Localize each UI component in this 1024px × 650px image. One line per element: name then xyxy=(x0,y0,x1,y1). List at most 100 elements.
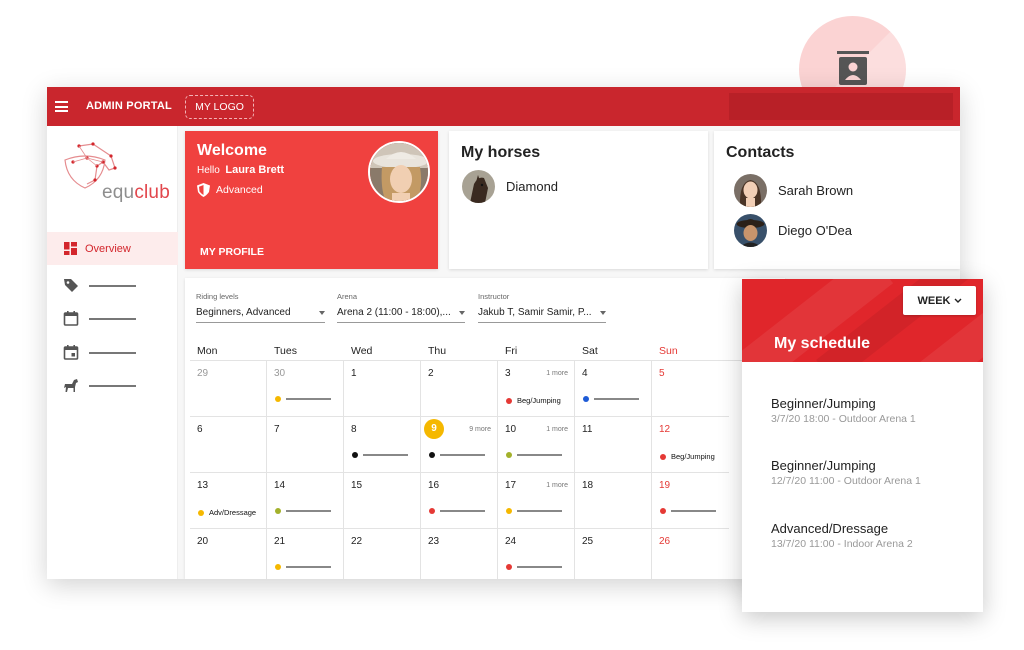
schedule-item-detail: 12/7/20 11:00 - Outdoor Arena 1 xyxy=(771,475,921,487)
calendar-day-cell[interactable]: 11 xyxy=(575,417,652,473)
filter-value[interactable]: Arena 2 (11:00 - 18:00),... xyxy=(337,307,465,323)
calendar-day-cell[interactable]: 20 xyxy=(190,529,267,579)
sidebar-item-overview[interactable]: Overview xyxy=(47,232,178,265)
topbar-search-area[interactable] xyxy=(729,93,953,120)
calendar-day-cell[interactable]: 8 xyxy=(344,417,421,473)
calendar-day-cell[interactable]: 9 9 more xyxy=(421,417,498,473)
more-events-link[interactable]: 9 more xyxy=(469,426,491,433)
schedule-item-title: Beginner/Jumping xyxy=(771,396,876,411)
calendar-day-cell[interactable]: 30 xyxy=(267,361,344,417)
day-number: 5 xyxy=(659,368,665,379)
filter-arena[interactable]: Arena Arena 2 (11:00 - 18:00),... xyxy=(337,292,465,323)
calendar-day-cell[interactable]: 3 1 more Beg/Jumping xyxy=(498,361,575,417)
calendar-day-cell[interactable]: 24 xyxy=(498,529,575,579)
calendar-event[interactable] xyxy=(275,508,331,514)
today-marker: 9 xyxy=(424,419,444,439)
calendar-day-cell[interactable]: 2 xyxy=(421,361,498,417)
calendar-day-icon xyxy=(63,345,79,360)
filter-value[interactable]: Beginners, Advanced xyxy=(196,307,325,323)
rider-level: Advanced xyxy=(197,183,263,197)
sidebar-item-events[interactable] xyxy=(63,344,168,360)
horse-avatar xyxy=(462,170,495,203)
day-number: 30 xyxy=(274,368,286,379)
event-dot xyxy=(660,508,666,514)
filter-label: Riding levels xyxy=(196,292,239,301)
event-dot xyxy=(660,453,666,460)
event-dot xyxy=(198,509,204,516)
user-avatar[interactable] xyxy=(368,141,430,203)
calendar-day-cell[interactable]: 12 Beg/Jumping xyxy=(652,417,729,473)
calendar-day-cell[interactable]: 17 1 more xyxy=(498,473,575,529)
contact-item[interactable]: Sarah Brown xyxy=(734,174,853,207)
calendar-day-cell[interactable]: 16 xyxy=(421,473,498,529)
more-events-link[interactable]: 1 more xyxy=(546,482,568,489)
event-dot xyxy=(275,564,281,570)
calendar-day-cell[interactable]: 26 xyxy=(652,529,729,579)
calendar-event[interactable] xyxy=(506,508,562,514)
event-placeholder-line xyxy=(594,398,639,400)
calendar-event[interactable] xyxy=(660,508,716,514)
calendar-day-cell[interactable]: 25 xyxy=(575,529,652,579)
calendar-day-cell[interactable]: 14 xyxy=(267,473,344,529)
filter-value[interactable]: Jakub T, Samir Samir, P... xyxy=(478,307,606,323)
calendar-event[interactable] xyxy=(352,452,408,458)
event-placeholder-line xyxy=(286,566,331,568)
more-events-link[interactable]: 1 more xyxy=(546,426,568,433)
calendar-day-cell[interactable]: 10 1 more xyxy=(498,417,575,473)
filter-riding-levels[interactable]: Riding levels Beginners, Advanced xyxy=(196,292,325,323)
stage: ADMIN PORTAL MY LOGO equclub Overview We… xyxy=(0,0,1024,650)
day-number: 24 xyxy=(505,536,517,547)
sidebar-item-calendar[interactable] xyxy=(63,310,168,326)
day-number: 19 xyxy=(659,480,671,491)
calendar-event[interactable]: Beg/Jumping xyxy=(660,452,715,461)
chevron-down-icon xyxy=(954,298,961,303)
filter-instructor[interactable]: Instructor Jakub T, Samir Samir, P... xyxy=(478,292,606,323)
calendar-event[interactable]: Beg/Jumping xyxy=(506,396,561,405)
day-number: 21 xyxy=(274,536,286,547)
event-placeholder-line xyxy=(440,510,485,512)
week-view-button[interactable]: WEEK xyxy=(903,286,976,315)
contact-name: Sarah Brown xyxy=(778,183,854,198)
contact-avatar xyxy=(734,214,767,247)
calendar-day-cell[interactable]: 5 xyxy=(652,361,729,417)
event-placeholder-line xyxy=(517,566,562,568)
schedule-item-title: Beginner/Jumping xyxy=(771,458,876,473)
calendar-day-cell[interactable]: 1 xyxy=(344,361,421,417)
more-events-link[interactable]: 1 more xyxy=(546,370,568,377)
calendar-event[interactable] xyxy=(275,564,331,570)
event-label: Beg/Jumping xyxy=(517,396,561,405)
calendar-event[interactable] xyxy=(506,564,562,570)
calendar-event[interactable] xyxy=(583,396,639,402)
calendar-day-cell[interactable]: 21 xyxy=(267,529,344,579)
menu-icon[interactable] xyxy=(55,101,68,112)
calendar-card: Riding levels Beginners, Advanced Arena … xyxy=(185,278,785,579)
chevron-down-icon xyxy=(459,310,465,315)
my-profile-link[interactable]: MY PROFILE xyxy=(200,246,264,258)
schedule-item[interactable]: Advanced/Dressage 13/7/20 11:00 - Indoor… xyxy=(771,521,913,550)
sidebar-item-horses[interactable] xyxy=(63,377,168,393)
schedule-header: WEEK My schedule xyxy=(742,279,983,362)
event-dot xyxy=(429,508,435,514)
calendar-event[interactable] xyxy=(275,396,331,402)
calendar-event[interactable]: Adv/Dressage xyxy=(198,508,256,517)
calendar-day-cell[interactable]: 6 xyxy=(190,417,267,473)
sidebar-item-label-line xyxy=(89,385,136,387)
calendar-event[interactable] xyxy=(429,452,485,458)
calendar-day-cell[interactable]: 29 xyxy=(190,361,267,417)
calendar-day-cell[interactable]: 23 xyxy=(421,529,498,579)
schedule-item[interactable]: Beginner/Jumping 12/7/20 11:00 - Outdoor… xyxy=(771,458,921,487)
schedule-item[interactable]: Beginner/Jumping 3/7/20 18:00 - Outdoor … xyxy=(771,396,916,425)
calendar-day-cell[interactable]: 4 xyxy=(575,361,652,417)
horse-item[interactable]: Diamond xyxy=(462,170,558,203)
calendar-day-cell[interactable]: 22 xyxy=(344,529,421,579)
logo-placeholder[interactable]: MY LOGO xyxy=(185,95,254,119)
calendar-event[interactable] xyxy=(429,508,485,514)
calendar-day-cell[interactable]: 15 xyxy=(344,473,421,529)
calendar-event[interactable] xyxy=(506,452,562,458)
calendar-day-cell[interactable]: 18 xyxy=(575,473,652,529)
sidebar-item-tags[interactable] xyxy=(63,277,168,293)
contact-item[interactable]: Diego O'Dea xyxy=(734,214,852,247)
calendar-day-cell[interactable]: 19 xyxy=(652,473,729,529)
calendar-day-cell[interactable]: 13 Adv/Dressage xyxy=(190,473,267,529)
calendar-day-cell[interactable]: 7 xyxy=(267,417,344,473)
